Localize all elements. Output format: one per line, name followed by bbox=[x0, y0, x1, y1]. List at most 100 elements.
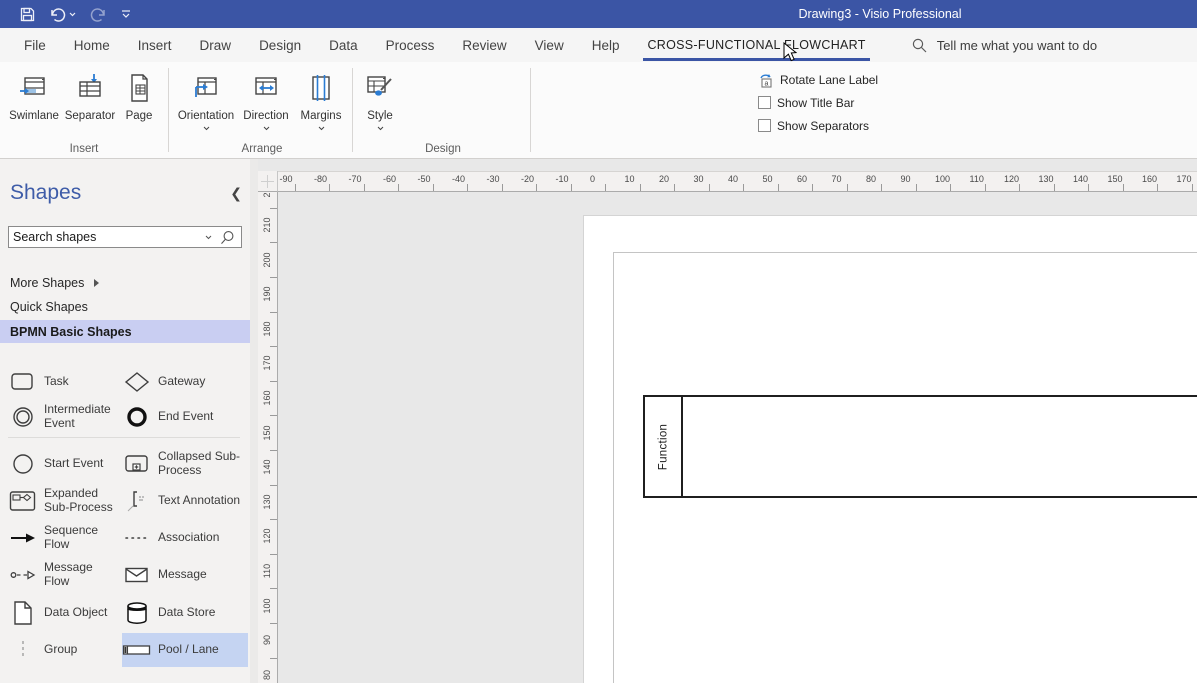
h-ruler-tick bbox=[1019, 184, 1020, 191]
shape-item-group[interactable]: Group bbox=[8, 633, 118, 667]
shape-item-data-object[interactable]: Data Object bbox=[8, 596, 118, 630]
h-ruler-label: -50 bbox=[418, 174, 431, 184]
shape-item-expanded-sub-process[interactable]: Expanded Sub-Process bbox=[8, 484, 118, 518]
h-ruler-label: 40 bbox=[728, 174, 738, 184]
shape-item-sequence-flow[interactable]: Sequence Flow bbox=[8, 521, 118, 555]
tab-draw[interactable]: Draw bbox=[186, 28, 246, 62]
visio-window: Drawing3 - Visio Professional FileHomeIn… bbox=[0, 0, 1197, 683]
shape-item-end-event[interactable]: End Event bbox=[122, 400, 248, 434]
save-icon bbox=[20, 7, 35, 22]
group-icon bbox=[8, 638, 38, 662]
page-button-label: Page bbox=[126, 110, 153, 123]
shapes-panel: Shapes ❮ More Shapes Quick Shapes bbox=[0, 159, 250, 683]
tab-data[interactable]: Data bbox=[315, 28, 372, 62]
shape-item-task[interactable]: Task bbox=[8, 365, 118, 399]
v-ruler-label: 190 bbox=[262, 282, 274, 306]
quick-shapes-label: Quick Shapes bbox=[10, 300, 88, 314]
swimlane-label-cell[interactable]: Function bbox=[645, 397, 683, 496]
tab-cross-functional-flowchart[interactable]: CROSS-FUNCTIONAL FLOWCHART bbox=[633, 28, 879, 62]
tab-view[interactable]: View bbox=[521, 28, 578, 62]
search-dropdown-button[interactable] bbox=[199, 235, 218, 240]
shape-item-label: End Event bbox=[158, 410, 213, 424]
h-ruler-label: 50 bbox=[763, 174, 773, 184]
h-ruler-tick bbox=[847, 184, 848, 191]
undo-button[interactable] bbox=[49, 7, 76, 22]
message-flow-icon bbox=[8, 569, 38, 581]
stencil-bpmn-basic-shapes[interactable]: BPMN Basic Shapes bbox=[0, 320, 250, 343]
direction-button-label: Direction bbox=[243, 110, 288, 123]
shape-item-start-event[interactable]: Start Event bbox=[8, 447, 118, 481]
margins-button[interactable]: Margins bbox=[296, 66, 346, 144]
shape-item-label: Intermediate Event bbox=[44, 403, 118, 431]
swimlane-icon bbox=[18, 72, 50, 104]
tab-design[interactable]: Design bbox=[245, 28, 315, 62]
rotate-lane-label-text: Rotate Lane Label bbox=[780, 73, 878, 87]
h-ruler-label: 130 bbox=[1039, 174, 1054, 184]
tab-bar-tabs: FileHomeInsertDrawDesignDataProcessRevie… bbox=[0, 28, 880, 62]
h-ruler-label: -30 bbox=[487, 174, 500, 184]
show-title-bar-checkbox[interactable]: Show Title Bar bbox=[758, 91, 878, 114]
h-ruler-label: -10 bbox=[556, 174, 569, 184]
more-shapes-item[interactable]: More Shapes bbox=[10, 276, 99, 290]
h-ruler-tick bbox=[329, 184, 330, 191]
shape-item-gateway[interactable]: Gateway bbox=[122, 365, 248, 399]
shape-item-pool-lane[interactable]: Pool / Lane bbox=[122, 633, 248, 667]
shape-item-label: Data Store bbox=[158, 606, 215, 620]
quick-access-toolbar bbox=[0, 7, 131, 22]
collapse-panel-button[interactable]: ❮ bbox=[230, 186, 242, 202]
shape-item-association[interactable]: Association bbox=[122, 521, 248, 555]
h-ruler-label: -40 bbox=[452, 174, 465, 184]
style-button[interactable]: Style bbox=[358, 66, 402, 144]
quick-shapes-item[interactable]: Quick Shapes bbox=[10, 300, 88, 314]
swimlane-button[interactable]: Swimlane bbox=[6, 66, 62, 144]
h-ruler-label: -60 bbox=[383, 174, 396, 184]
search-shapes-input[interactable] bbox=[9, 230, 199, 244]
arrange-group-label: Arrange bbox=[172, 143, 352, 155]
save-button[interactable] bbox=[20, 7, 35, 22]
shape-item-message-flow[interactable]: Message Flow bbox=[8, 558, 118, 592]
tab-process[interactable]: Process bbox=[372, 28, 449, 62]
rotate-lane-label-button[interactable]: a Rotate Lane Label bbox=[758, 68, 878, 91]
swimlane-shape[interactable]: Function bbox=[643, 395, 1197, 498]
redo-button[interactable] bbox=[90, 7, 107, 22]
shape-item-collapsed-sub-process[interactable]: Collapsed Sub-Process bbox=[122, 447, 248, 481]
h-ruler-label: 170 bbox=[1177, 174, 1192, 184]
tell-me-box[interactable]: Tell me what you want to do bbox=[912, 28, 1097, 62]
customize-qat-button[interactable] bbox=[121, 10, 131, 18]
panel-splitter[interactable] bbox=[250, 159, 258, 683]
h-ruler-tick bbox=[1123, 184, 1124, 191]
expanded-subprocess-icon bbox=[8, 489, 38, 513]
show-separators-checkbox[interactable]: Show Separators bbox=[758, 114, 878, 137]
shape-item-message[interactable]: Message bbox=[122, 558, 248, 592]
shape-item-label: Message bbox=[158, 568, 207, 582]
work-area: -90-80-70-60-50-40-30-20-100102030405060… bbox=[258, 159, 1197, 683]
shape-item-label: Gateway bbox=[158, 375, 205, 389]
text-annotation-icon bbox=[122, 488, 152, 514]
shape-item-label: Sequence Flow bbox=[44, 524, 118, 552]
end-event-icon bbox=[122, 405, 152, 429]
h-ruler-tick bbox=[502, 184, 503, 191]
search-go-button[interactable] bbox=[218, 230, 241, 245]
tab-home[interactable]: Home bbox=[60, 28, 124, 62]
shape-item-label: Association bbox=[158, 531, 219, 545]
tab-review[interactable]: Review bbox=[448, 28, 520, 62]
direction-button[interactable]: Direction bbox=[238, 66, 294, 144]
h-ruler-label: -70 bbox=[349, 174, 362, 184]
page-button[interactable]: Page bbox=[118, 66, 160, 144]
design-options: a Rotate Lane Label Show Title Bar Show … bbox=[758, 68, 878, 137]
shape-item-text-annotation[interactable]: Text Annotation bbox=[122, 484, 248, 518]
margins-button-label: Margins bbox=[301, 110, 342, 123]
ribbon-group-design: Style a Rotate Lane Label bbox=[356, 62, 530, 158]
tab-insert[interactable]: Insert bbox=[124, 28, 186, 62]
tab-file[interactable]: File bbox=[10, 28, 60, 62]
shape-item-label: Text Annotation bbox=[158, 494, 240, 508]
shape-item-data-store[interactable]: Data Store bbox=[122, 596, 248, 630]
orientation-button[interactable]: Orientation bbox=[176, 66, 236, 144]
tab-help[interactable]: Help bbox=[578, 28, 634, 62]
chevron-down-icon bbox=[205, 235, 212, 240]
h-ruler-label: 80 bbox=[866, 174, 876, 184]
shape-item-intermediate-event[interactable]: Intermediate Event bbox=[8, 400, 118, 434]
separator-button[interactable]: Separator bbox=[62, 66, 118, 144]
group-separator bbox=[530, 68, 531, 152]
v-ruler-tick bbox=[270, 623, 277, 624]
